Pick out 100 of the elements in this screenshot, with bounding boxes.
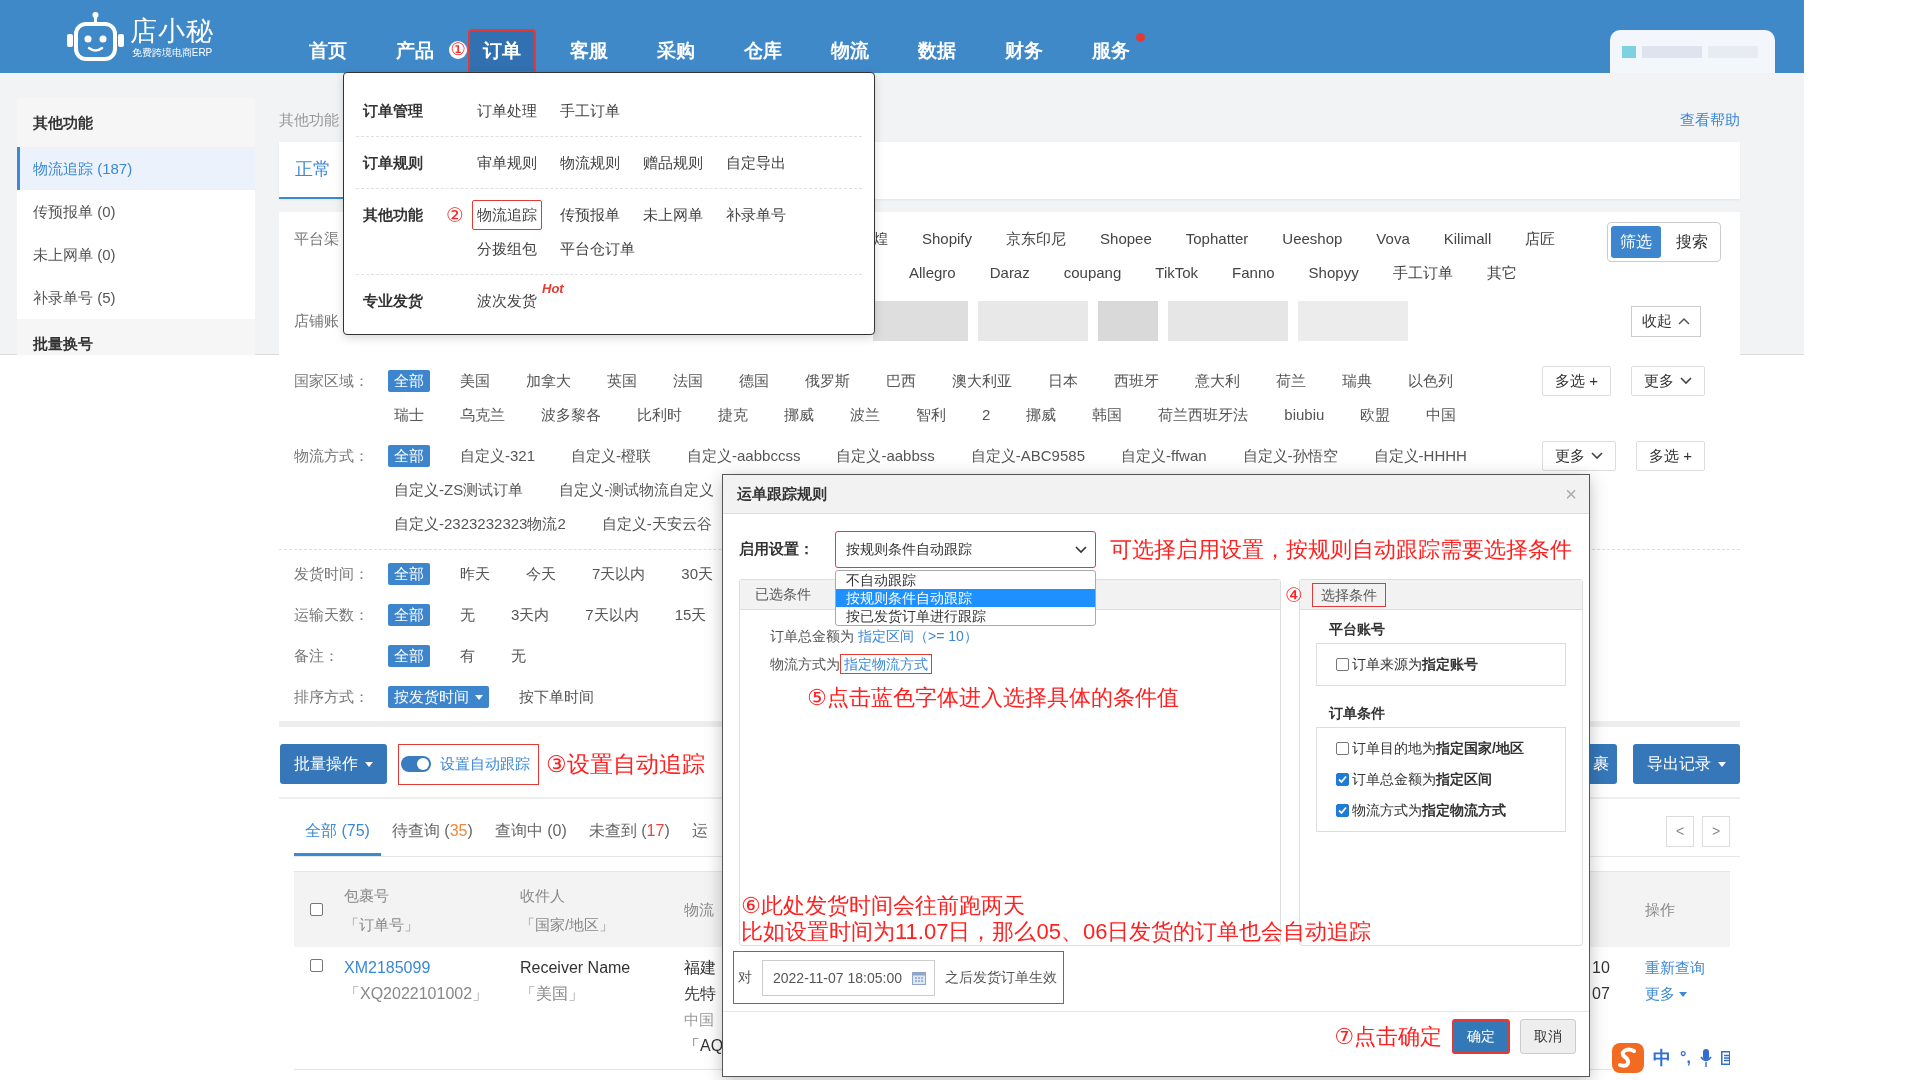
platform-option[interactable]: Shopee (1100, 222, 1152, 256)
filter-option[interactable]: 自定义-ZS测试订单 (388, 479, 530, 501)
panel-tab[interactable]: 选择条件 (1312, 582, 1386, 607)
pagination-button[interactable]: < (1666, 815, 1694, 847)
filter-option[interactable]: 全部 (388, 604, 430, 626)
menu-item[interactable]: 传预报单 (555, 200, 625, 230)
menu-item[interactable]: 赠品规则 (638, 148, 708, 178)
cancel-button[interactable]: 取消 (1520, 1019, 1576, 1054)
filter-option[interactable]: 巴西 (880, 370, 922, 392)
nav-item[interactable]: 采购 (642, 29, 710, 73)
platform-option[interactable]: 其它 (1486, 256, 1517, 290)
filter-option[interactable]: 捷克 (712, 404, 754, 426)
pagination-button[interactable]: > (1702, 815, 1730, 847)
nav-item[interactable]: 服务 (1077, 29, 1145, 73)
view-switch-option[interactable]: 筛选 (1611, 226, 1661, 258)
nav-item[interactable]: 首页 (294, 29, 362, 73)
filter-option[interactable]: 波多黎各 (535, 404, 607, 426)
filter-option[interactable]: 日本 (1042, 370, 1084, 392)
platform-option[interactable]: Ueeshop (1282, 222, 1343, 256)
menu-item[interactable]: 手工订单 (555, 96, 625, 126)
platform-option[interactable]: 京东印尼 (1006, 222, 1067, 256)
document-icon[interactable] (1720, 1051, 1730, 1065)
nav-item[interactable]: 客服 (555, 29, 623, 73)
filter-option[interactable]: 法国 (667, 370, 709, 392)
filter-option[interactable]: 按发货时间 (388, 686, 489, 708)
view-switch-option[interactable]: 搜索 (1667, 226, 1717, 258)
filter-option[interactable]: biubiu (1278, 404, 1331, 426)
condition-link[interactable]: 指定区间（>= 10） (854, 626, 982, 646)
filter-option[interactable]: 英国 (601, 370, 643, 392)
menu-item[interactable]: 物流规则 (555, 148, 625, 178)
dropdown-option[interactable]: 不自动跟踪 (836, 571, 1095, 589)
menu-item[interactable]: 分拨组包 (472, 234, 542, 264)
enable-select[interactable]: 按规则条件自动跟踪 (835, 531, 1096, 568)
platform-option[interactable]: 店匠 (1525, 222, 1556, 256)
condition-link[interactable]: 指定物流方式 (840, 654, 932, 674)
platform-option[interactable]: Shopify (922, 222, 973, 256)
filter-option[interactable]: 自定义-孙悟空 (1236, 445, 1344, 467)
platform-option[interactable]: Daraz (989, 256, 1030, 290)
filter-option[interactable]: 无 (505, 645, 532, 667)
filter-option[interactable]: 俄罗斯 (799, 370, 856, 392)
platform-option[interactable]: Vova (1376, 222, 1410, 256)
checkbox[interactable] (1336, 804, 1349, 817)
filter-option[interactable]: 西班牙 (1108, 370, 1165, 392)
date-field[interactable]: 2022-11-07 18:05:00 (762, 959, 935, 996)
menu-item[interactable]: 未上网单 (638, 200, 708, 230)
sidebar-item[interactable]: 补录单号 (5) (17, 276, 255, 319)
filter-option[interactable]: 15天 (668, 604, 713, 626)
status-tab[interactable]: 查询中 (0) (483, 806, 578, 856)
filter-option[interactable]: 自定义-天安云谷 (595, 513, 718, 535)
menu-item[interactable]: 订单处理 (472, 96, 542, 126)
menu-item[interactable]: 波次发货 (472, 286, 542, 316)
filter-option[interactable]: 自定义-橙联 (565, 445, 658, 467)
filter-option[interactable]: 全部 (388, 645, 430, 667)
filter-option[interactable]: 瑞士 (388, 404, 430, 426)
filter-option[interactable]: 挪威 (1020, 404, 1063, 426)
ime-logo-icon[interactable] (1612, 1043, 1644, 1073)
menu-item[interactable]: 审单规则 (472, 148, 542, 178)
microphone-icon[interactable] (1699, 1049, 1712, 1067)
filter-option[interactable]: 自定义-ABC9585 (964, 445, 1091, 467)
status-tab[interactable]: 待查询 (35) (380, 806, 484, 856)
menu-item[interactable]: 平台仓订单 (555, 234, 640, 264)
status-tab[interactable]: 运 (680, 806, 719, 856)
filter-option[interactable]: 澳大利亚 (946, 370, 1018, 392)
filter-option[interactable]: 7天以内 (579, 604, 645, 626)
filter-option[interactable]: 比利时 (631, 404, 688, 426)
nav-item[interactable]: 仓库 (729, 29, 797, 73)
export-button[interactable]: 导出记录 (1633, 744, 1740, 784)
confirm-button[interactable]: 确定 (1452, 1019, 1510, 1054)
platform-option[interactable]: coupang (1063, 256, 1122, 290)
platform-option[interactable]: Tophatter (1185, 222, 1249, 256)
batch-actions-button[interactable]: 批量操作 (280, 744, 387, 784)
menu-item[interactable]: 物流追踪 (472, 200, 542, 230)
filter-option[interactable]: 自定义-ffwan (1115, 445, 1213, 467)
toolbar-button[interactable]: 裹 (1589, 744, 1617, 784)
dropdown-option[interactable]: 按已发货订单进行跟踪 (836, 607, 1095, 625)
filter-option[interactable]: 3天内 (505, 604, 556, 626)
platform-option[interactable]: TikTok (1155, 256, 1199, 290)
checkbox[interactable] (1336, 658, 1349, 671)
nav-item[interactable]: 物流 (816, 29, 884, 73)
filter-option[interactable]: 全部 (388, 370, 430, 392)
collapse-button[interactable]: 收起 (1631, 305, 1701, 337)
checkbox[interactable] (310, 903, 323, 916)
status-tab[interactable]: 未查到 (17) (577, 806, 681, 856)
checkbox[interactable] (1336, 773, 1349, 786)
filter-option[interactable]: 波兰 (844, 404, 886, 426)
nav-item[interactable]: 数据 (903, 29, 971, 73)
filter-option[interactable]: 自定义-aabbss (830, 445, 941, 467)
action-link[interactable]: 重新查询 (1645, 955, 1705, 981)
punctuation-mode-text[interactable]: °, (1680, 1049, 1691, 1067)
filter-option[interactable]: 30天 (675, 563, 720, 585)
platform-option[interactable]: Fanno (1232, 256, 1275, 290)
platform-option[interactable]: Kilimall (1443, 222, 1492, 256)
filter-option[interactable]: 欧盟 (1354, 404, 1397, 426)
status-tab[interactable]: 全部 (75) (294, 806, 381, 856)
filter-option[interactable]: 荷兰 (1270, 370, 1312, 392)
menu-item[interactable]: 补录单号 (721, 200, 791, 230)
filter-option[interactable]: 意大利 (1189, 370, 1246, 392)
checkbox[interactable] (1336, 742, 1349, 755)
input-mode-text[interactable]: 中 (1653, 1046, 1671, 1070)
filter-option[interactable]: 美国 (454, 370, 496, 392)
